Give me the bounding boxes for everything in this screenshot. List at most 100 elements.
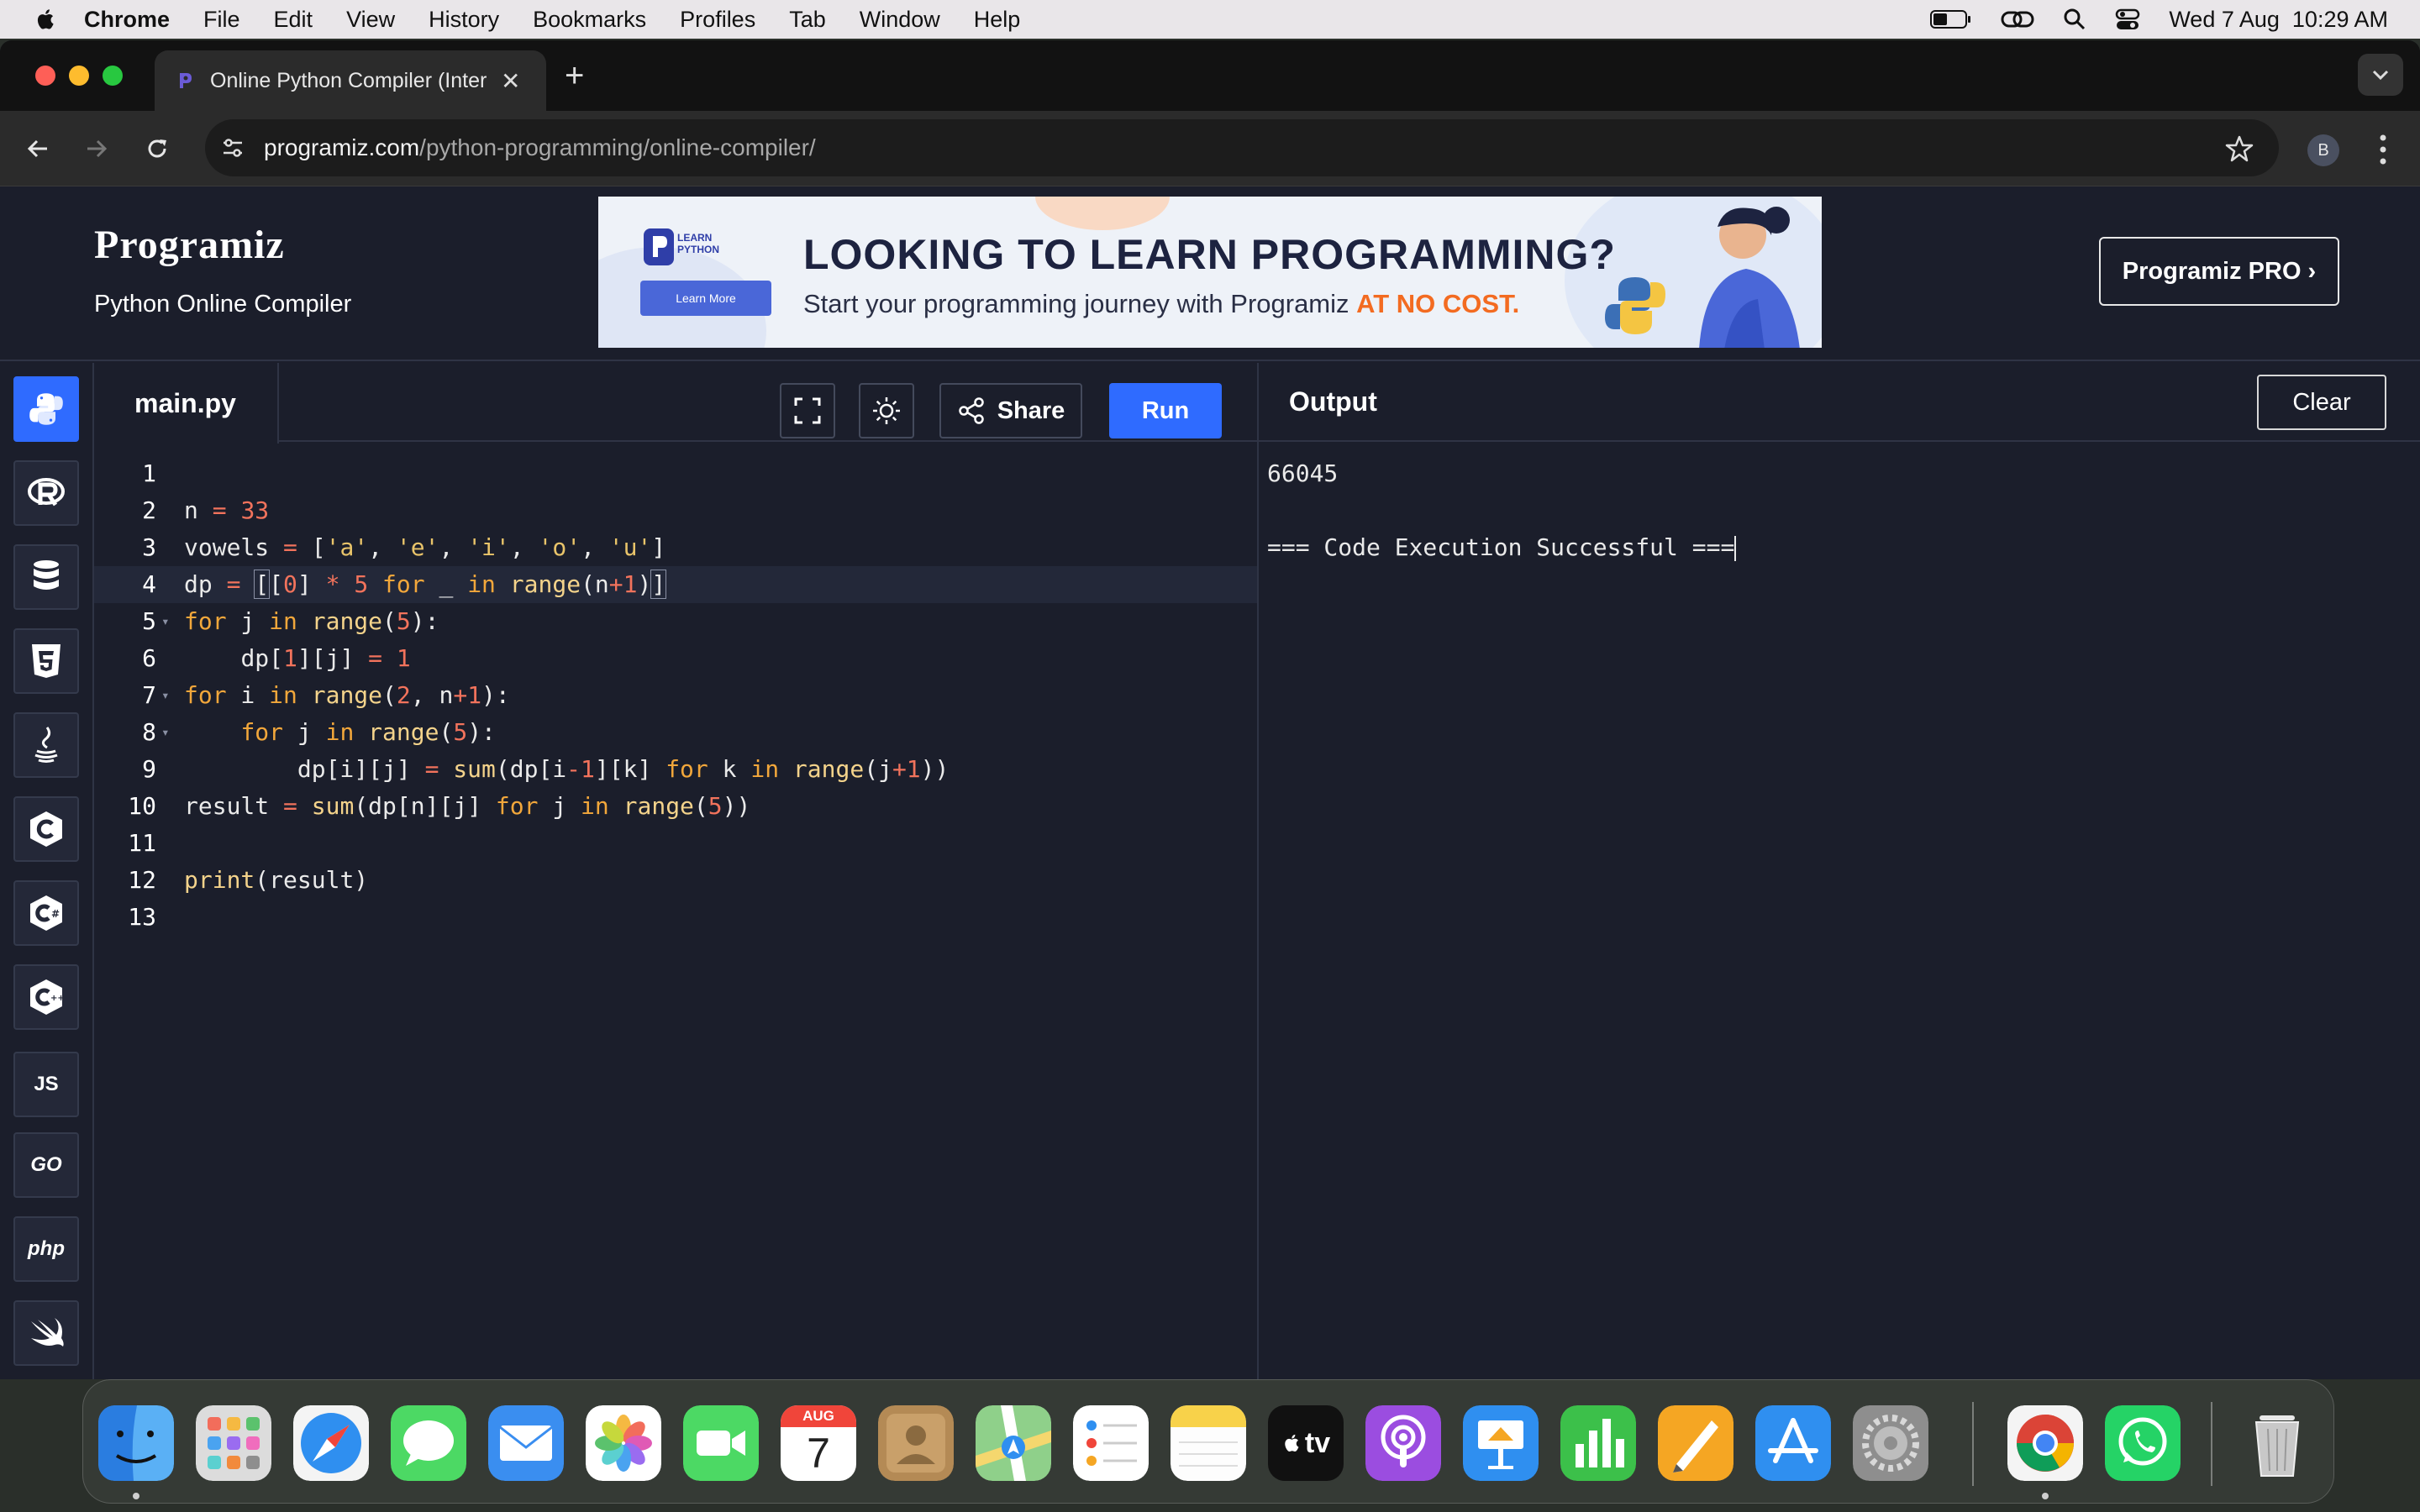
menu-view[interactable]: View (346, 7, 395, 33)
contacts-icon[interactable] (878, 1405, 954, 1481)
clear-button[interactable]: Clear (2257, 375, 2386, 430)
svg-text:++: ++ (50, 994, 65, 1003)
menu-history[interactable]: History (429, 7, 499, 33)
messages-icon[interactable] (391, 1405, 466, 1481)
lang-label-js: JS (34, 1073, 59, 1095)
maximize-window-button[interactable] (103, 66, 123, 86)
menu-file[interactable]: File (203, 7, 240, 33)
lang-java-button[interactable] (13, 712, 79, 778)
app-store-icon[interactable] (1755, 1405, 1831, 1481)
output-title: Output (1289, 386, 1377, 417)
search-icon[interactable] (2063, 8, 2086, 31)
menu-bookmarks[interactable]: Bookmarks (533, 7, 646, 33)
reminders-icon[interactable] (1073, 1405, 1149, 1481)
minimize-window-button[interactable] (69, 66, 89, 86)
line-number: 5 (142, 607, 156, 635)
python-logo-icon (1605, 277, 1665, 334)
more-options-icon[interactable] (2375, 131, 2391, 168)
finder-icon[interactable] (98, 1405, 174, 1481)
url-host: programiz.com (264, 134, 420, 160)
code-editor-panel: main.py Share Run 1 2n = 33 3 vowels = ['… (94, 363, 1257, 1379)
share-label: Share (997, 396, 1065, 424)
lang-cpp-button[interactable]: ++ (13, 964, 79, 1030)
system-settings-icon[interactable] (1853, 1405, 1928, 1481)
address-bar[interactable]: programiz.com/python-programming/online-… (205, 119, 2279, 176)
menu-help[interactable]: Help (974, 7, 1021, 33)
link-icon[interactable] (2001, 7, 2034, 32)
forward-button[interactable] (77, 129, 116, 168)
run-button[interactable]: Run (1109, 383, 1222, 438)
menu-edit[interactable]: Edit (274, 7, 313, 33)
lang-r-button[interactable] (13, 460, 79, 526)
output-console[interactable]: 66045 === Code Execution Successful === (1267, 455, 1737, 566)
arrow-left-icon (27, 139, 47, 158)
menu-chrome[interactable]: Chrome (84, 7, 170, 33)
line-number: 7 (142, 681, 156, 709)
menu-profiles[interactable]: Profiles (680, 7, 755, 33)
safari-icon[interactable] (293, 1405, 369, 1481)
line-number: 13 (128, 903, 156, 931)
bookmark-star-icon[interactable] (2225, 134, 2254, 163)
chrome-icon[interactable] (2007, 1405, 2083, 1481)
learn-more-button[interactable]: Learn More (640, 281, 771, 316)
csharp-icon: # (30, 895, 62, 931)
lang-go-button[interactable]: GO (13, 1132, 79, 1198)
programiz-favicon-icon (180, 73, 192, 88)
new-tab-button[interactable]: + (565, 57, 584, 95)
profile-avatar[interactable]: B (2307, 134, 2339, 166)
close-tab-icon[interactable]: ✕ (501, 67, 520, 95)
pages-icon[interactable] (1658, 1405, 1733, 1481)
lang-c-button[interactable] (13, 796, 79, 862)
line-number: 9 (142, 755, 156, 783)
lang-html-button[interactable] (13, 628, 79, 694)
control-center-icon[interactable] (2115, 7, 2140, 32)
url-path: /python-programming/online-compiler/ (419, 134, 816, 160)
menu-tab[interactable]: Tab (789, 7, 826, 33)
file-tab-main-py[interactable]: main.py (94, 363, 279, 444)
launchpad-icon[interactable] (196, 1405, 271, 1481)
programiz-pro-button[interactable]: Programiz PRO › (2099, 237, 2339, 306)
ad-banner[interactable]: LEARN PYTHON Learn More LOOKING TO LEARN… (598, 197, 1822, 348)
output-panel: Output Clear 66045 === Code Execution Su… (1257, 363, 2420, 1379)
apple-icon[interactable] (34, 7, 59, 32)
site-settings-icon[interactable] (220, 135, 245, 160)
calendar-icon[interactable]: AUG 7 (781, 1405, 856, 1481)
lang-sql-button[interactable] (13, 544, 79, 610)
tab-search-button[interactable] (2358, 54, 2403, 96)
fold-arrow-icon[interactable]: ▾ (161, 603, 170, 640)
java-icon (34, 727, 58, 763)
fullscreen-icon (794, 397, 821, 424)
battery-icon[interactable] (1930, 8, 1972, 30)
lang-label-php: php (28, 1237, 65, 1260)
close-window-button[interactable] (35, 66, 55, 86)
share-button[interactable]: Share (939, 383, 1082, 438)
lang-javascript-button[interactable]: JS (13, 1052, 79, 1117)
lang-python-button[interactable] (13, 376, 79, 442)
back-button[interactable] (18, 129, 57, 168)
reload-button[interactable] (138, 129, 176, 168)
lang-csharp-button[interactable]: # (13, 880, 79, 946)
numbers-icon[interactable] (1560, 1405, 1636, 1481)
keynote-icon[interactable] (1463, 1405, 1539, 1481)
browser-tab-active[interactable]: Online Python Compiler (Inter ✕ (155, 50, 546, 111)
lang-swift-button[interactable] (13, 1300, 79, 1366)
fold-arrow-icon[interactable]: ▾ (161, 677, 170, 714)
maps-icon[interactable] (976, 1405, 1051, 1481)
podcasts-icon[interactable] (1365, 1405, 1441, 1481)
menubar-datetime[interactable]: Wed 7 Aug 10:29 AM (2169, 7, 2388, 33)
fullscreen-button[interactable] (780, 383, 835, 438)
lang-php-button[interactable]: php (13, 1216, 79, 1282)
photos-icon[interactable] (586, 1405, 661, 1481)
menu-window[interactable]: Window (860, 7, 940, 33)
mail-icon[interactable] (488, 1405, 564, 1481)
fold-arrow-icon[interactable]: ▾ (161, 714, 170, 751)
language-sidebar: # ++ JS GO php (0, 363, 94, 1379)
trash-icon[interactable] (2239, 1405, 2315, 1481)
notes-icon[interactable] (1171, 1405, 1246, 1481)
apple-tv-icon[interactable]: tv (1268, 1405, 1344, 1481)
whatsapp-icon[interactable] (2105, 1405, 2181, 1481)
facetime-icon[interactable] (683, 1405, 759, 1481)
programiz-logo[interactable]: Programiz (94, 222, 285, 268)
theme-toggle-button[interactable] (859, 383, 914, 438)
code-area[interactable]: 1 2n = 33 3 vowels = ['a', 'e', 'i', 'o',… (94, 455, 1257, 936)
